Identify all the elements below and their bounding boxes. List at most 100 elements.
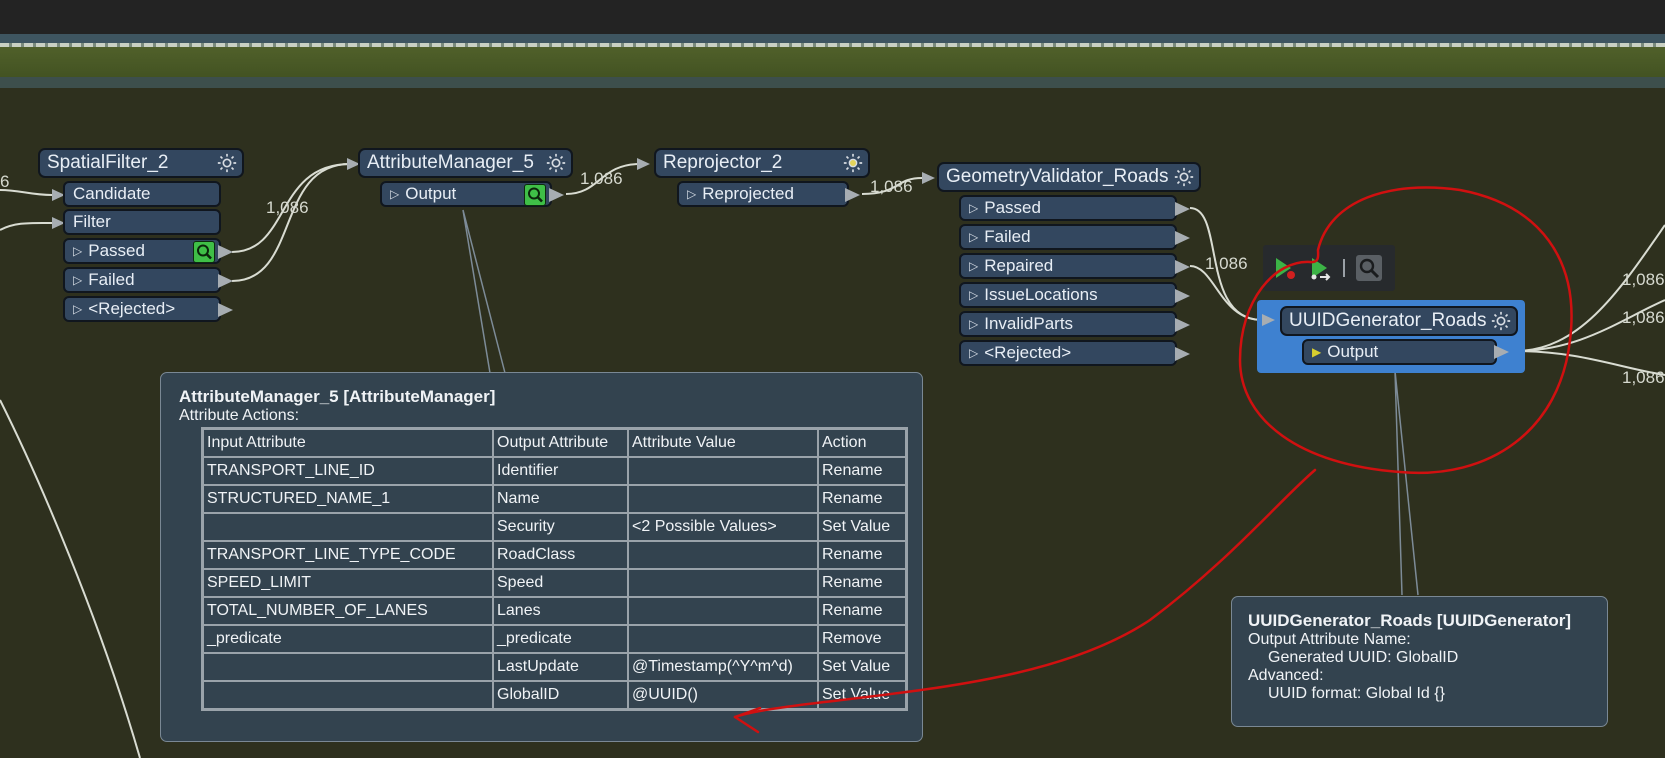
- tooltip-subtitle: Attribute Actions:: [179, 407, 300, 424]
- run-to-this-icon[interactable]: [1271, 255, 1297, 281]
- feature-count-left: 6: [0, 172, 10, 191]
- table-header: Output Attribute: [493, 429, 628, 457]
- table-cell: Rename: [818, 485, 906, 513]
- table-cell: Remove: [818, 625, 906, 653]
- table-row: TRANSPORT_LINE_ID Identifier Rename: [203, 457, 906, 485]
- output-port-arrow: [1175, 289, 1190, 303]
- port-label: InvalidParts: [984, 314, 1074, 333]
- input-port-arrow: [637, 158, 650, 170]
- attribute-actions-table: Input Attribute Output Attribute Attribu…: [201, 427, 908, 711]
- table-row: Security <2 Possible Values> Set Value: [203, 513, 906, 541]
- port-passed[interactable]: ▷ Passed: [959, 195, 1177, 221]
- port-label: Repaired: [984, 256, 1054, 275]
- port-label: Output: [405, 184, 457, 203]
- port-candidate[interactable]: Candidate: [63, 181, 221, 207]
- feature-count: 1,086: [1622, 368, 1665, 387]
- node-spatialfilter-header[interactable]: SpatialFilter_2: [38, 148, 244, 178]
- tooltip-title: AttributeManager_5 [AttributeManager]: [179, 387, 496, 406]
- triangle-icon: ▷: [969, 259, 979, 273]
- tooltip-line: Generated UUID: GlobalID: [1268, 649, 1459, 666]
- table-cell: Identifier: [493, 457, 628, 485]
- table-cell: Speed: [493, 569, 628, 597]
- gear-icon[interactable]: [545, 152, 567, 174]
- table-header: Input Attribute: [203, 429, 493, 457]
- gear-icon[interactable]: [1490, 310, 1512, 332]
- output-port-arrow: [549, 188, 564, 202]
- node-title: AttributeManager_5: [367, 152, 534, 173]
- magnifier-icon[interactable]: [524, 184, 546, 206]
- table-cell: RoadClass: [493, 541, 628, 569]
- run-from-this-icon[interactable]: [1307, 255, 1333, 281]
- output-port-arrow: [1175, 260, 1190, 274]
- gear-icon[interactable]: [216, 152, 238, 174]
- table-cell: TOTAL_NUMBER_OF_LANES: [203, 597, 493, 625]
- port-failed[interactable]: ▷ Failed: [63, 267, 221, 293]
- node-attributemanager-header[interactable]: AttributeManager_5: [358, 148, 573, 178]
- port-label: Output: [1327, 342, 1379, 361]
- table-row: LastUpdate @Timestamp(^Y^m^d) Set Value: [203, 653, 906, 681]
- port-label: <Rejected>: [88, 299, 176, 318]
- output-port-arrow: [1494, 345, 1509, 359]
- port-rejected[interactable]: ▷ <Rejected>: [63, 296, 221, 322]
- table-cell: [203, 681, 493, 709]
- table-cell: Rename: [818, 569, 906, 597]
- node-reprojector-header[interactable]: Reprojector_2: [654, 148, 870, 178]
- table-cell: @UUID(): [628, 681, 818, 709]
- table-cell: Set Value: [818, 513, 906, 541]
- table-cell: Name: [493, 485, 628, 513]
- output-port-arrow: [845, 188, 860, 202]
- table-row: STRUCTURED_NAME_1 Name Rename: [203, 485, 906, 513]
- node-mini-toolbar: [1263, 245, 1395, 291]
- port-label: <Rejected>: [984, 343, 1072, 362]
- port-label: Candidate: [73, 184, 151, 203]
- port-rejected[interactable]: ▷ <Rejected>: [959, 340, 1177, 366]
- feature-count: 1,086: [580, 169, 623, 188]
- table-cell: Lanes: [493, 597, 628, 625]
- output-port-arrow: [1175, 231, 1190, 245]
- node-title: GeometryValidator_Roads: [946, 166, 1169, 187]
- port-output[interactable]: ▶ Output: [1302, 339, 1497, 365]
- output-port-arrow: [218, 274, 233, 288]
- feature-count: 1,086: [1622, 308, 1665, 327]
- feature-count: 1,086: [870, 177, 913, 196]
- table-row: TOTAL_NUMBER_OF_LANES Lanes Rename: [203, 597, 906, 625]
- input-port-arrow: [1262, 314, 1275, 326]
- node-geometryvalidator-header[interactable]: GeometryValidator_Roads: [937, 162, 1201, 192]
- table-cell: Set Value: [818, 653, 906, 681]
- table-cell: Rename: [818, 457, 906, 485]
- port-invalidparts[interactable]: ▷ InvalidParts: [959, 311, 1177, 337]
- table-cell: SPEED_LIMIT: [203, 569, 493, 597]
- port-filter[interactable]: Filter: [63, 209, 221, 235]
- tooltip-pointer-uuid: [1394, 370, 1419, 596]
- node-title: UUIDGenerator_Roads: [1289, 310, 1487, 331]
- table-cell: [203, 513, 493, 541]
- table-cell: @Timestamp(^Y^m^d): [628, 653, 818, 681]
- output-port-arrow: [1175, 347, 1190, 361]
- port-label: Filter: [73, 212, 111, 231]
- inspect-cache-icon[interactable]: [1355, 254, 1383, 282]
- triangle-icon: ▷: [969, 346, 979, 360]
- wire-repaired-to-uuid: [1189, 265, 1263, 321]
- triangle-icon: ▷: [73, 244, 83, 258]
- node-uuidgenerator-header[interactable]: UUIDGenerator_Roads: [1280, 306, 1518, 336]
- table-cell: <2 Possible Values>: [628, 513, 818, 541]
- table-header: Action: [818, 429, 906, 457]
- triangle-icon: ▶: [1312, 345, 1322, 359]
- port-repaired[interactable]: ▷ Repaired: [959, 253, 1177, 279]
- table-cell: STRUCTURED_NAME_1: [203, 485, 493, 513]
- table-cell: [203, 653, 493, 681]
- port-failed[interactable]: ▷ Failed: [959, 224, 1177, 250]
- output-port-arrow: [218, 245, 233, 259]
- magnifier-icon[interactable]: [193, 241, 215, 263]
- table-row: SPEED_LIMIT Speed Rename: [203, 569, 906, 597]
- table-cell: [628, 569, 818, 597]
- port-issuelocations[interactable]: ▷ IssueLocations: [959, 282, 1177, 308]
- table-cell: Rename: [818, 541, 906, 569]
- gear-icon[interactable]: [1173, 166, 1195, 188]
- table-cell: _predicate: [493, 625, 628, 653]
- triangle-icon: ▷: [969, 288, 979, 302]
- toolbar-divider: [1343, 259, 1345, 277]
- port-reprojected[interactable]: ▷ Reprojected: [677, 181, 849, 207]
- table-row: _predicate _predicate Remove: [203, 625, 906, 653]
- gear-icon[interactable]: [842, 152, 864, 174]
